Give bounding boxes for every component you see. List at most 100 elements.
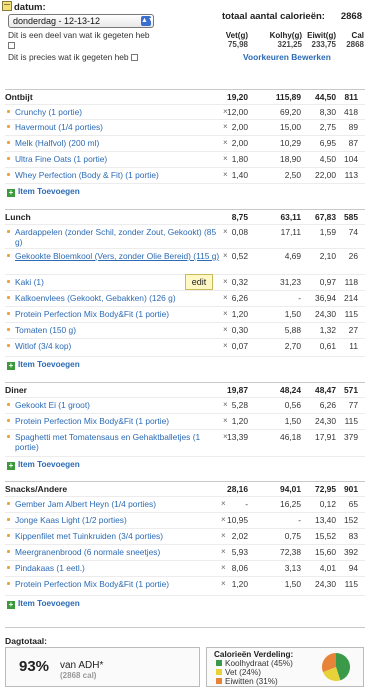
checkbox-exact-label: Dit is precies wat ik gegeten heb [8, 52, 129, 62]
food-item-link[interactable]: Gember Jam Albert Heyn (1/4 porties) [15, 499, 215, 509]
item-value-fat: 0,08 [231, 227, 248, 237]
item-value-fat: 2,00 [231, 122, 248, 132]
item-value-protein: 6,95 [319, 138, 336, 148]
item-value-fat: 0,30 [231, 325, 248, 335]
plus-icon: + [7, 188, 15, 197]
date-label: datum: [14, 2, 46, 13]
item-value-protein: 6,26 [319, 400, 336, 410]
food-item-link[interactable]: Pindakaas (1 eetl.) [15, 563, 215, 573]
food-item-link[interactable]: Kippenfilet met Tuinkruiden (3/4 porties… [15, 531, 215, 541]
item-value-cal: 115 [344, 416, 358, 426]
item-value-fat: 1,40 [231, 170, 248, 180]
bullet-icon [7, 125, 10, 128]
item-value-carbs: - [298, 293, 301, 303]
add-item-button[interactable]: + Item Toevoegen [7, 460, 80, 470]
bullet-icon [7, 328, 10, 331]
date-select[interactable]: donderdag - 12-13-12 ▲▼ [8, 14, 155, 28]
food-item-link[interactable]: Tomaten (150 g) [15, 325, 220, 335]
meal-total-cal: 811 [344, 92, 358, 102]
food-item-link[interactable]: Aardappelen (zonder Schil, zonder Zout, … [15, 227, 220, 247]
food-item-link[interactable]: Crunchy (1 portie) [15, 107, 220, 117]
header-protein: Eiwit(g) [307, 31, 336, 40]
item-value-fat: 5,93 [231, 547, 248, 557]
add-item-button[interactable]: + Item Toevoegen [7, 360, 80, 370]
item-value-cal: 83 [348, 531, 358, 541]
meal-total-fat: 19,20 [227, 92, 248, 102]
footer-separator [5, 627, 365, 628]
bullet-icon [7, 566, 10, 569]
food-item-link[interactable]: Ultra Fine Oats (1 portie) [15, 154, 220, 164]
header-carbs: Kolhy(g) [269, 31, 302, 40]
item-value-carbs: 10,29 [280, 138, 301, 148]
row-divider [5, 338, 365, 339]
item-value-fat: - [245, 499, 248, 509]
item-value-fat: 2,02 [231, 531, 248, 541]
item-value-protein: 1,59 [319, 227, 336, 237]
add-item-button[interactable]: + Item Toevoegen [7, 187, 80, 197]
bullet-icon [7, 230, 10, 233]
item-value-carbs: 3,13 [284, 563, 301, 573]
day-total-label: Dagtotaal: [5, 636, 48, 646]
food-item-link[interactable]: Protein Perfection Mix Body&Fit (1 porti… [15, 579, 215, 589]
bullet-icon [7, 502, 10, 505]
checkbox-partial-box[interactable] [8, 42, 15, 49]
item-value-fat: 5,28 [231, 400, 248, 410]
checkbox-exact-box[interactable] [130, 54, 138, 61]
add-item-button[interactable]: + Item Toevoegen [7, 599, 80, 609]
bullet-icon [7, 173, 10, 176]
food-item-link[interactable]: Meergranenbrood (6 normale sneetjes) [15, 547, 215, 557]
item-value-carbs: 16,25 [280, 499, 301, 509]
legend-carbs-swatch [216, 660, 222, 666]
food-item-link[interactable]: Gekookt Ei (1 groot) [15, 400, 220, 410]
bullet-icon [7, 582, 10, 585]
item-value-fat: 10,95 [227, 515, 248, 525]
item-value-protein: 4,50 [319, 154, 336, 164]
item-value-cal: 115 [344, 309, 358, 319]
item-value-protein: 15,52 [315, 531, 336, 541]
food-item-link[interactable]: Gekookte Bloemkool (Vers, zonder Olie Be… [15, 251, 220, 261]
row-divider [5, 322, 365, 323]
food-item-link[interactable]: Spaghetti met Tomatensaus en Gehaktballe… [15, 432, 220, 452]
item-value-cal: 379 [344, 432, 358, 442]
item-value-cal: 94 [348, 563, 358, 573]
item-value-fat: 12,00 [227, 107, 248, 117]
food-item-link[interactable]: Kalkoenvlees (Gekookt, Gebakken) (126 g) [15, 293, 220, 303]
food-item-link[interactable]: Havermout (1/4 porties) [15, 122, 220, 132]
legend-carbs: Koolhydraat (45%) [216, 659, 293, 668]
item-value-fat: 0,52 [231, 251, 248, 261]
edit-tooltip: edit [185, 274, 213, 290]
item-value-fat: 2,00 [231, 138, 248, 148]
food-item-link[interactable]: Protein Perfection Mix Body&Fit (1 porti… [15, 416, 220, 426]
food-item-link[interactable]: Melk (Halfvol) (200 ml) [15, 138, 220, 148]
checkbox-partial[interactable]: Dit is een deel van wat ik gegeten heb [8, 30, 158, 50]
food-item-link[interactable]: Witlof (3/4 kop) [15, 341, 220, 351]
row-divider [5, 429, 365, 430]
item-value-carbs: 4,69 [284, 251, 301, 261]
checkbox-exact[interactable]: Dit is precies wat ik gegeten heb [8, 52, 158, 62]
distribution-title: Calorieën Verdeling: [214, 650, 294, 659]
row-divider [5, 167, 365, 168]
item-value-cal: 392 [344, 547, 358, 557]
item-value-cal: 214 [344, 293, 358, 303]
bullet-icon [7, 518, 10, 521]
item-value-fat: 6,26 [231, 293, 248, 303]
food-item-link[interactable]: Whey Perfection (Body & Fit) (1 portie) [15, 170, 220, 180]
total-calories-value: 2868 [340, 11, 362, 22]
item-value-protein: 22,00 [315, 170, 336, 180]
edit-preferences-link[interactable]: Voorkeuren Bewerken [243, 52, 331, 62]
bullet-icon [7, 110, 10, 113]
item-value-cal: 27 [348, 325, 358, 335]
row-divider [5, 496, 365, 497]
item-value-carbs: 18,90 [280, 154, 301, 164]
row-divider [5, 544, 365, 545]
row-divider [5, 224, 365, 225]
meal-title: Ontbijt [5, 92, 33, 102]
item-value-fat: 1,20 [231, 579, 248, 589]
food-item-link[interactable]: Jonge Kaas Light (1/2 porties) [15, 515, 215, 525]
legend-fat-swatch [216, 669, 222, 675]
legend-protein-swatch [216, 678, 222, 684]
item-value-carbs: 31,23 [280, 277, 301, 287]
row-divider [5, 248, 365, 249]
food-item-link[interactable]: Protein Perfection Mix Body&Fit (1 porti… [15, 309, 220, 319]
item-value-protein: 1,32 [319, 325, 336, 335]
